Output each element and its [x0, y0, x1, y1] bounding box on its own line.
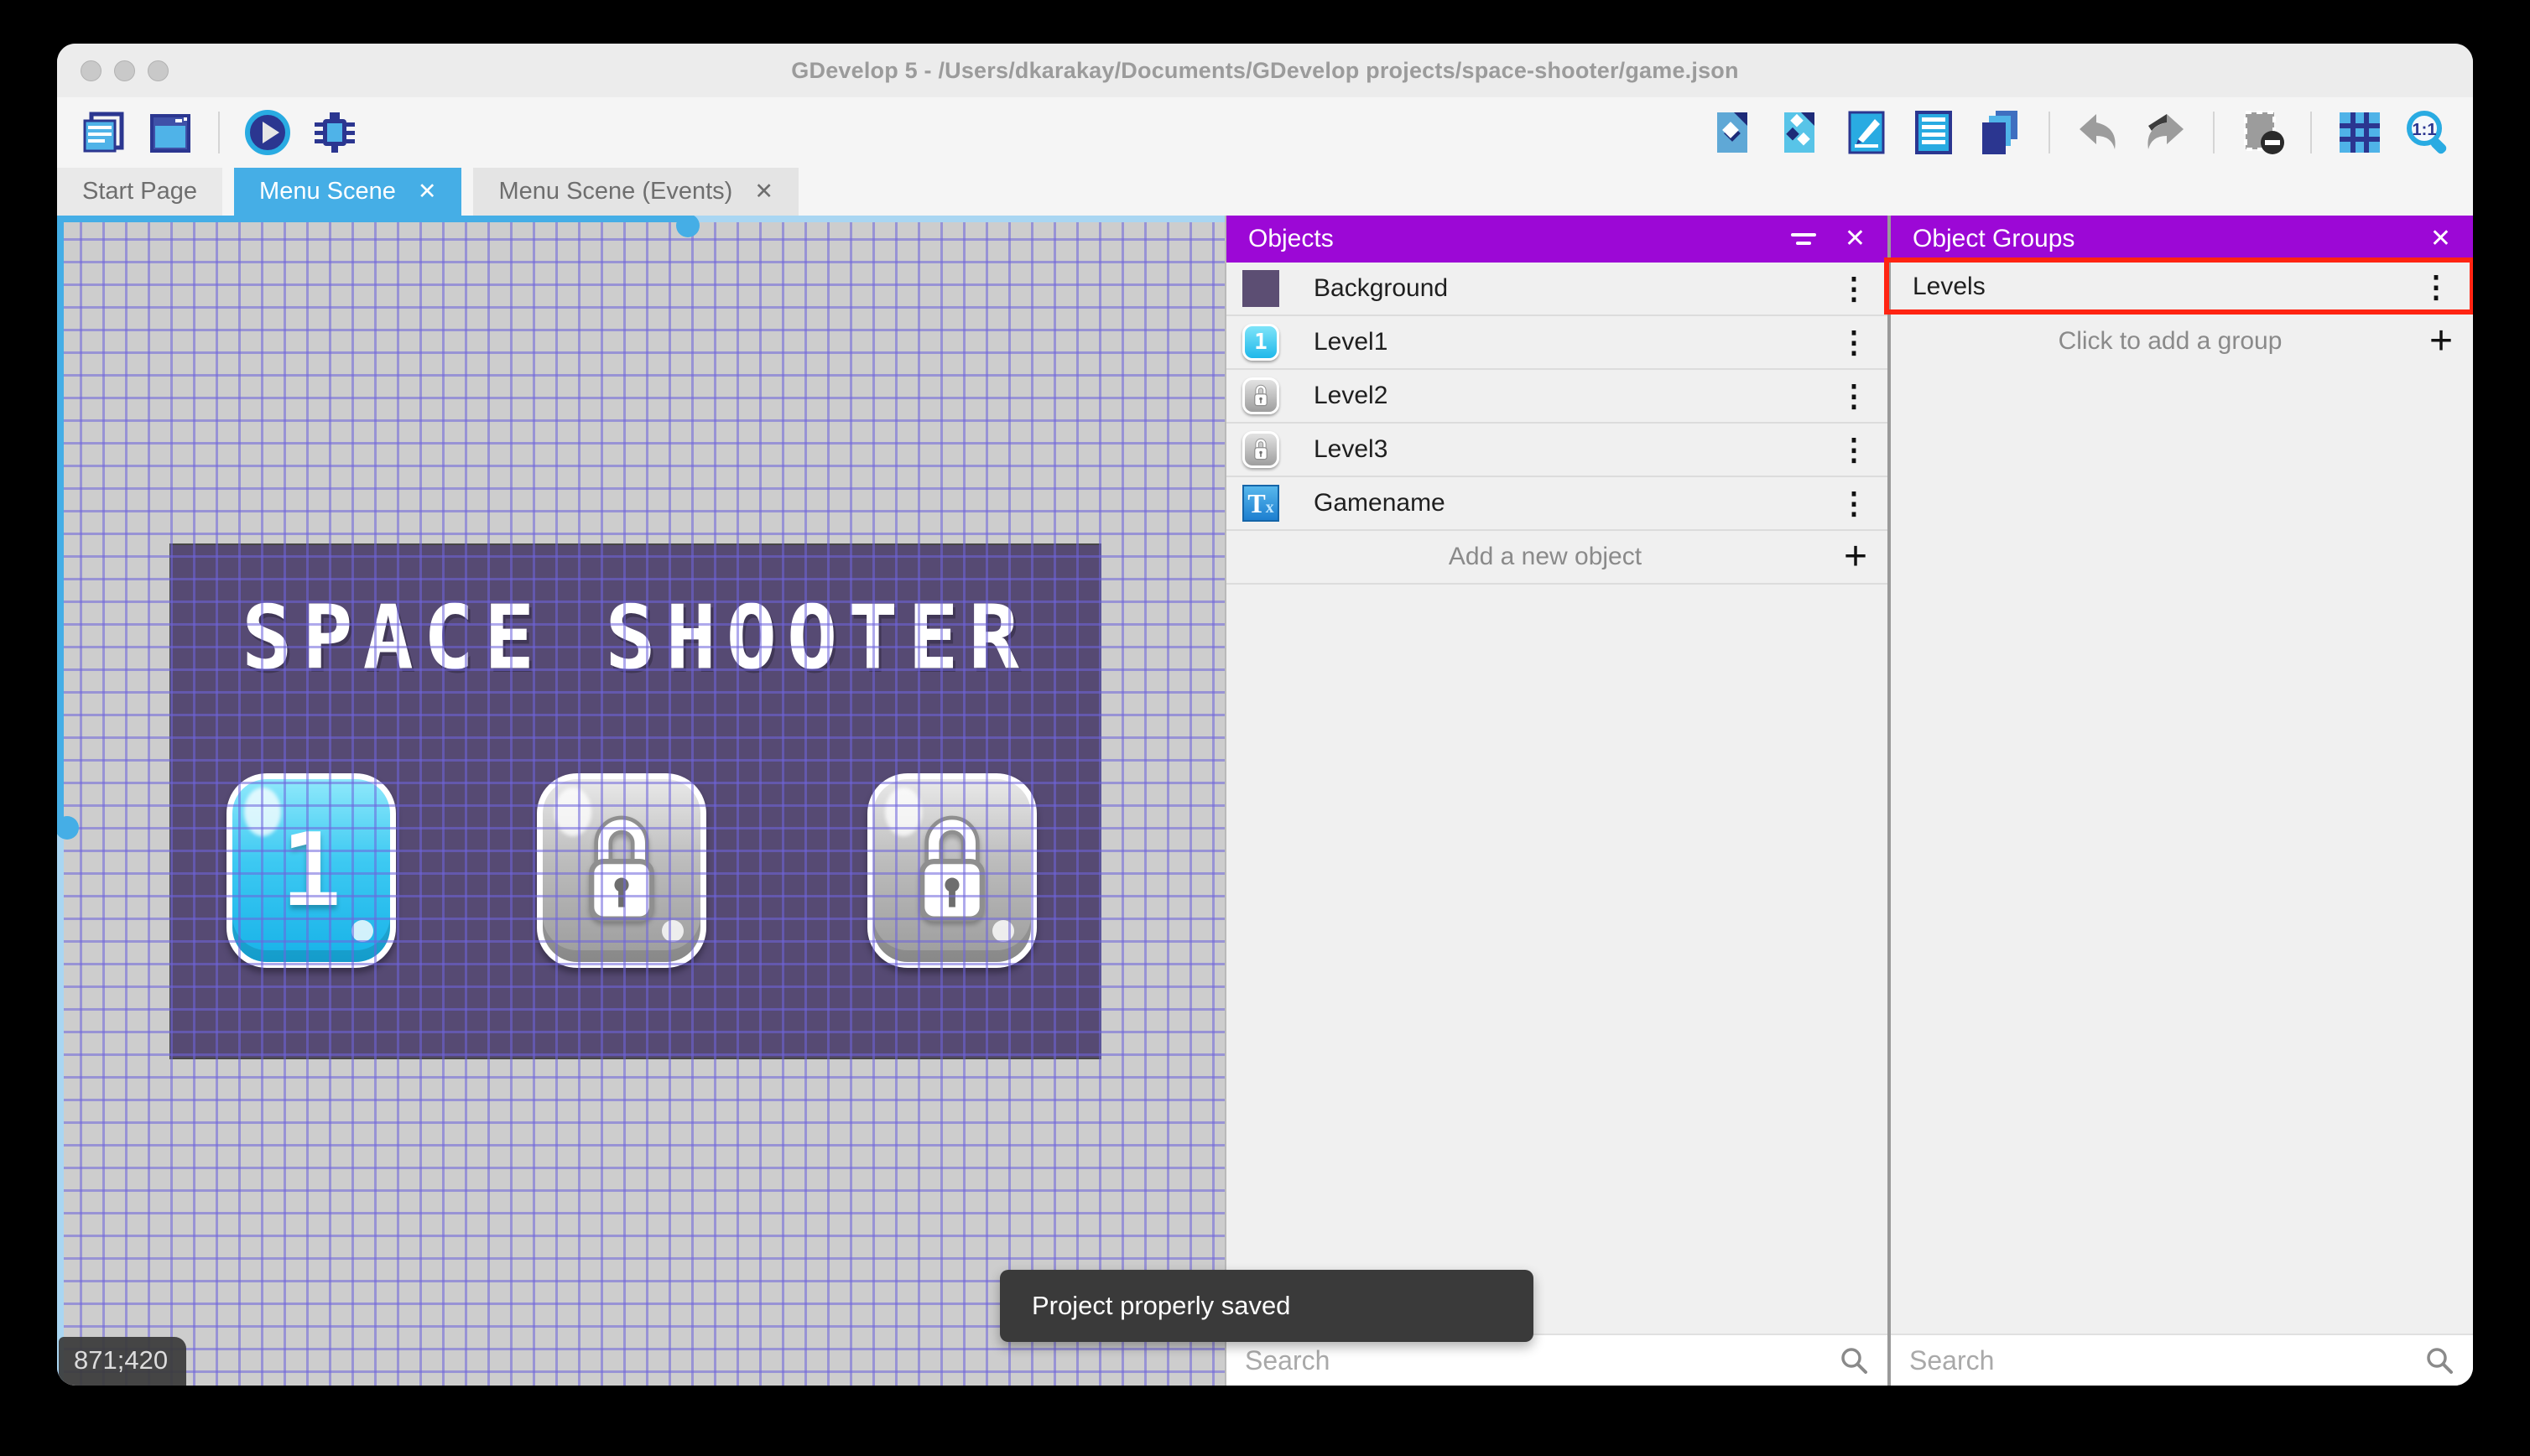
object-thumbnail: [1242, 430, 1280, 469]
gloss-dot: [662, 920, 684, 942]
close-icon[interactable]: ✕: [754, 180, 773, 203]
object-row-level1[interactable]: 1 Level1 ⋮: [1226, 316, 1887, 370]
toolbar-right-group: 1:1: [1708, 97, 2451, 168]
search-icon: [2424, 1345, 2455, 1375]
kebab-menu-icon[interactable]: ⋮: [1839, 327, 1869, 357]
horizontal-scrollbar-thumb[interactable]: [676, 216, 700, 237]
close-icon[interactable]: ✕: [2430, 226, 2451, 252]
close-icon[interactable]: ✕: [1845, 226, 1866, 252]
tabbar: Start Page Menu Scene ✕ Menu Scene (Even…: [57, 168, 2473, 216]
objects-panel-title: Objects: [1248, 225, 1791, 253]
object-groups-panel-header: Object Groups ✕: [1891, 216, 2473, 263]
undo-icon[interactable]: [2074, 108, 2122, 157]
groups-search-bar: [1891, 1334, 2473, 1386]
cursor-coordinates-badge: 871;420: [59, 1337, 186, 1386]
kebab-menu-icon[interactable]: ⋮: [1839, 488, 1869, 518]
scene-editor-canvas[interactable]: SPACE SHOOTER 1: [57, 216, 1225, 1386]
plus-icon[interactable]: +: [1844, 537, 1867, 577]
tab-label: Menu Scene (Events): [498, 178, 732, 205]
lock-icon: [575, 812, 668, 929]
kebab-menu-icon[interactable]: ⋮: [2421, 272, 2451, 302]
plus-icon[interactable]: +: [2429, 321, 2453, 361]
kebab-menu-icon[interactable]: ⋮: [1839, 434, 1869, 465]
groups-search-input[interactable]: [1909, 1345, 2424, 1376]
toolbar-left-group: [79, 97, 359, 168]
zoom-one-to-one-icon[interactable]: 1:1: [2402, 108, 2451, 157]
instances-list-icon[interactable]: [1909, 108, 1958, 157]
object-row-background[interactable]: Background ⋮: [1226, 263, 1887, 316]
object-row-level2[interactable]: Level2 ⋮: [1226, 370, 1887, 424]
properties-icon[interactable]: [1842, 108, 1891, 157]
add-object-row[interactable]: Add a new object +: [1226, 531, 1887, 585]
tab-menu-scene[interactable]: Menu Scene ✕: [234, 168, 461, 216]
window-title: GDevelop 5 - /Users/dkarakay/Documents/G…: [57, 44, 2473, 97]
search-icon: [1839, 1345, 1869, 1375]
group-row-levels-wrap: Levels ⋮: [1891, 263, 2473, 311]
object-thumbnail: [1242, 269, 1280, 308]
object-row-gamename[interactable]: Tx Gamename ⋮: [1226, 477, 1887, 531]
kebab-menu-icon[interactable]: ⋮: [1839, 273, 1869, 304]
objects-panel: Objects ✕ Background ⋮ 1 Level1 ⋮ Level2…: [1225, 216, 1887, 1386]
objects-panel-header: Objects ✕: [1226, 216, 1887, 263]
gloss-highlight: [244, 788, 281, 836]
object-row-level3[interactable]: Level3 ⋮: [1226, 424, 1887, 477]
group-row-levels[interactable]: Levels ⋮: [1891, 263, 2473, 311]
debug-icon[interactable]: [310, 108, 359, 157]
save-toast: Project properly saved: [1000, 1270, 1533, 1342]
scene-title-text-object[interactable]: SPACE SHOOTER: [171, 586, 1100, 689]
vertical-scrollbar[interactable]: [57, 216, 64, 1386]
svg-text:1:1: 1:1: [2413, 121, 2437, 139]
play-icon[interactable]: [243, 108, 292, 157]
object-groups-panel-title: Object Groups: [1913, 225, 2430, 253]
toolbar-separator: [2213, 112, 2215, 153]
scrollbar-fill: [57, 216, 64, 828]
object-groups-icon[interactable]: [1775, 108, 1824, 157]
project-manager-icon[interactable]: [79, 108, 128, 157]
titlebar: GDevelop 5 - /Users/dkarakay/Documents/G…: [57, 44, 2473, 97]
object-groups-panel: Object Groups ✕ Levels ⋮ Click to add a …: [1891, 216, 2473, 1386]
object-thumbnail: [1242, 377, 1280, 415]
app-window: GDevelop 5 - /Users/dkarakay/Documents/G…: [57, 44, 2473, 1386]
toolbar-separator: [218, 112, 220, 153]
objects-search-input[interactable]: [1245, 1345, 1839, 1376]
grid-icon[interactable]: [2335, 108, 2384, 157]
content-area: SPACE SHOOTER 1: [57, 216, 2473, 1386]
lock-icon: [1252, 437, 1270, 462]
scrollbar-fill: [57, 216, 688, 222]
kebab-menu-icon[interactable]: ⋮: [1839, 381, 1869, 411]
vertical-scrollbar-thumb[interactable]: [57, 816, 79, 840]
close-icon[interactable]: ✕: [418, 180, 437, 203]
scene-window-icon[interactable]: [146, 108, 195, 157]
gloss-dot: [992, 920, 1014, 942]
toggle-mask-icon[interactable]: [2238, 108, 2287, 157]
redo-icon[interactable]: [2141, 108, 2189, 157]
level2-button-object[interactable]: [537, 773, 706, 968]
tab-label: Start Page: [82, 178, 197, 205]
objects-editor-icon[interactable]: [1708, 108, 1757, 157]
lock-icon: [1252, 383, 1270, 408]
toolbar: 1:1: [57, 97, 2473, 168]
level3-button-object[interactable]: [867, 773, 1037, 968]
object-thumbnail: 1: [1242, 323, 1280, 361]
layers-icon[interactable]: [1976, 108, 2025, 157]
object-thumbnail: Tx: [1242, 484, 1280, 523]
horizontal-scrollbar[interactable]: [57, 216, 1225, 222]
game-scene-background[interactable]: SPACE SHOOTER 1: [169, 543, 1101, 1059]
gloss-dot: [351, 920, 373, 942]
tab-menu-scene-events[interactable]: Menu Scene (Events) ✕: [473, 168, 798, 216]
filter-icon[interactable]: [1791, 233, 1816, 245]
tab-start-page[interactable]: Start Page: [57, 168, 222, 216]
toolbar-separator: [2310, 112, 2312, 153]
tab-label: Menu Scene: [259, 178, 396, 205]
level1-button-object[interactable]: 1: [226, 773, 396, 968]
add-group-row[interactable]: Click to add a group +: [1891, 315, 2473, 368]
toolbar-separator: [2048, 112, 2050, 153]
lock-icon: [906, 812, 998, 929]
